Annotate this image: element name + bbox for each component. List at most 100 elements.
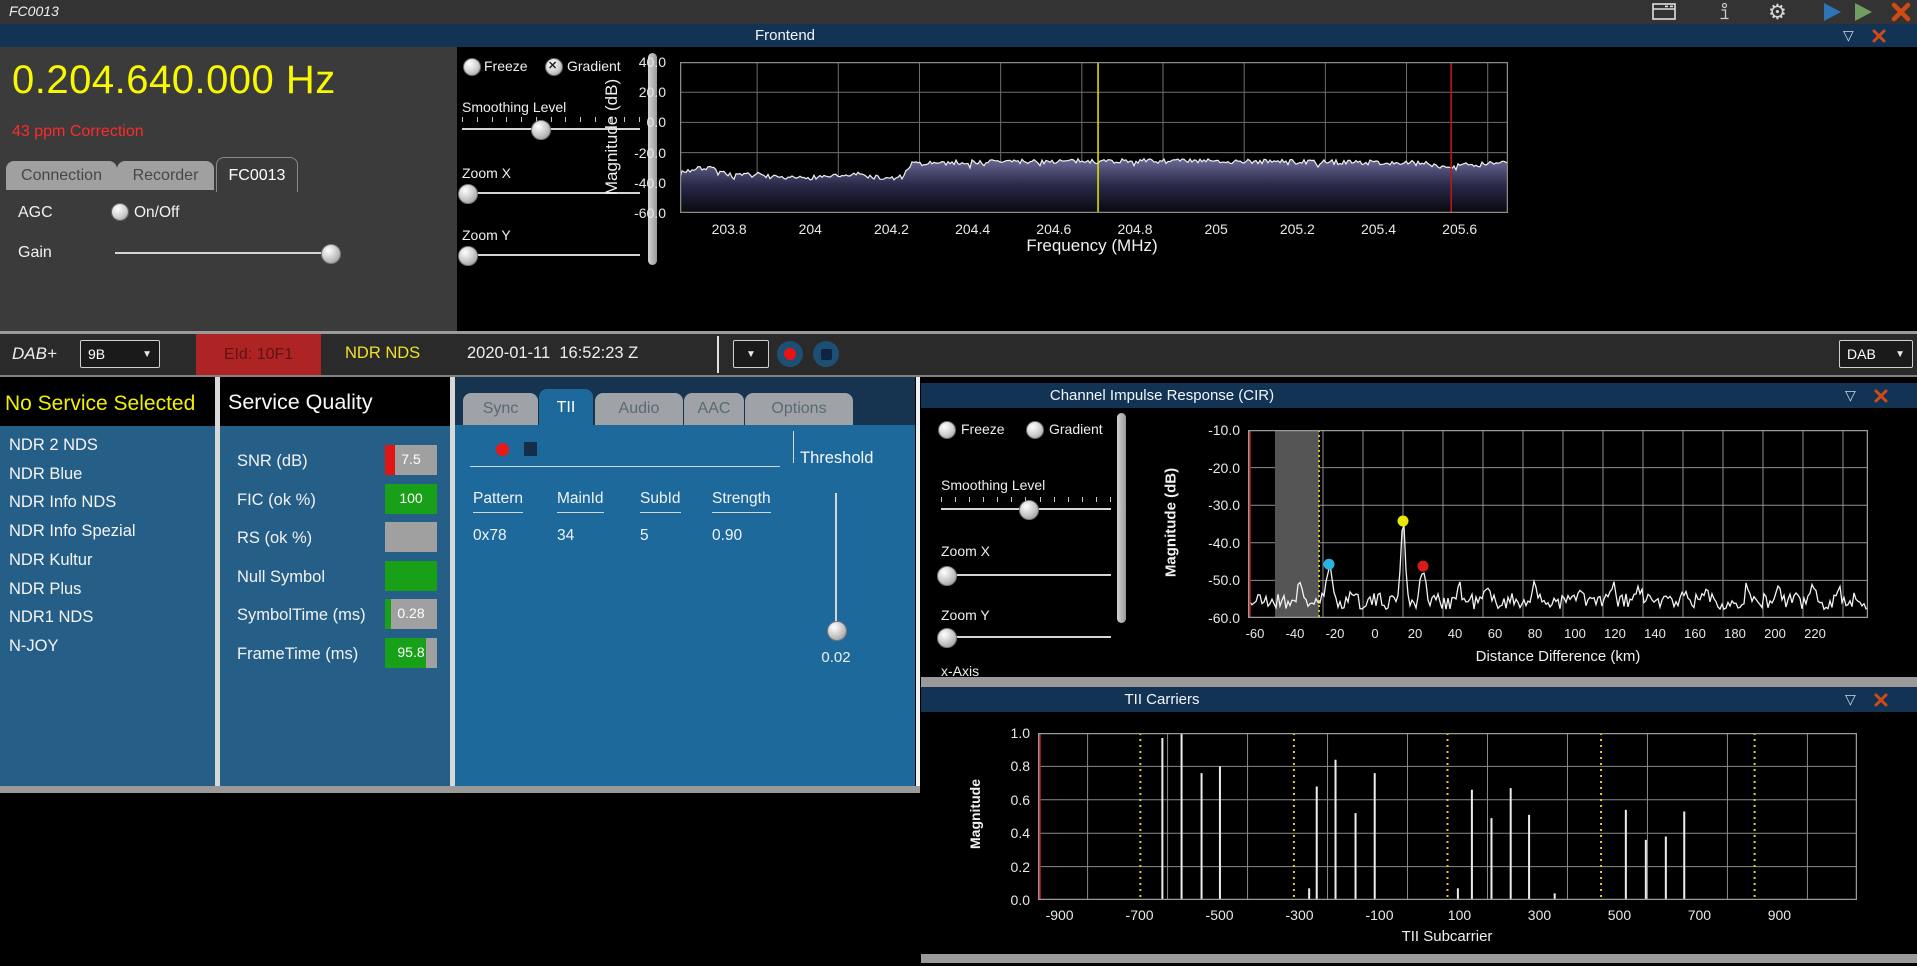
gradient-radio[interactable]: ✕ [545,58,563,76]
service-item[interactable]: N-JOY [9,637,59,656]
stop-button[interactable] [813,341,839,367]
record-button[interactable] [777,341,803,367]
tii-header-bar: TII Carriers ▽ [921,687,1917,712]
ruler-tick [1109,497,1111,502]
x-tick-label: 700 [1687,907,1712,923]
frontend-close-icon[interactable] [1872,29,1886,48]
service-item[interactable]: NDR Info NDS [9,493,116,512]
table-cell[interactable]: 34 [557,527,574,545]
threshold-slider-handle[interactable] [827,621,847,641]
service-item[interactable]: NDR Plus [9,580,81,599]
cir-zoom-y-slider-handle[interactable] [937,628,957,648]
cir-smoothing-slider-handle[interactable] [1019,500,1039,520]
y-tick-label: -10.0 [1208,422,1240,438]
status-dot-red-icon [496,443,509,456]
service-item[interactable]: NDR 2 NDS [9,436,98,455]
cir-zoom-x-slider-handle[interactable] [937,566,957,586]
zoom-y-slider-track[interactable] [462,254,640,256]
band-select[interactable]: DAB ▼ [1839,340,1913,368]
play-icon-green[interactable] [1855,3,1872,21]
record-options-dropdown[interactable]: ▼ [733,340,769,368]
quality-row-label: SymbolTime (ms) [237,606,366,625]
tab-fc0013[interactable]: FC0013 [216,157,298,192]
spectrum-xlabel: Frequency (MHz) [1026,236,1158,255]
x-tick-label: 204.4 [955,221,991,237]
threshold-value: 0.02 [821,649,851,666]
x-tick-label: 204.6 [1036,221,1072,237]
ruler-tick [1039,497,1041,502]
gear-icon[interactable]: ⚙ [1768,0,1787,25]
divider [793,431,794,463]
cir-zoom-y-slider-track[interactable] [941,636,1111,638]
gain-slider-track[interactable] [115,252,331,254]
gain-label: Gain [18,244,52,261]
quality-value: 0.28 [397,605,425,622]
table-cell[interactable]: 5 [640,527,649,545]
chevron-down-icon: ▼ [746,348,756,360]
ruler-tick [1053,497,1055,502]
service-item[interactable]: NDR1 NDS [9,608,93,627]
freeze-radio[interactable] [463,58,481,76]
frontend-collapse-icon[interactable]: ▽ [1843,27,1854,44]
cir-scrollbar[interactable] [1117,413,1126,623]
ruler-tick [506,117,508,122]
cir-collapse-icon[interactable]: ▽ [1845,387,1856,404]
ruler-tick [1011,497,1013,502]
gradient-check-icon: ✕ [548,60,558,72]
ruler-tick [521,117,522,122]
service-item[interactable]: NDR Info Spezial [9,522,136,541]
cir-close-icon[interactable] [1874,389,1888,408]
window-icon[interactable] [1652,3,1676,25]
timestamp: 2020-01-11 16:52:23 Z [467,344,639,362]
spectrum-ylabel: Magnitude (dB) [602,78,621,196]
table-cell[interactable]: 0x78 [473,527,507,545]
quality-body: SNR (dB) 7.5 FIC (ok %) 100 RS (ok %) Null Sy… [220,426,450,786]
spectrum-plot[interactable] [680,62,1508,213]
x-tick-label: -900 [1045,907,1074,923]
ruler-tick [550,117,552,122]
y-tick-label: -40.0 [634,174,666,191]
table-cell[interactable]: 0.90 [712,527,742,545]
titlebar: FC0013 ⚙ [0,0,1917,25]
cir-plot[interactable] [1248,430,1868,618]
cir-zoom-x-slider-track[interactable] [941,574,1111,576]
eid-badge: EId: 10F1 [196,334,321,375]
x-tick-label: 500 [1607,907,1632,923]
cir-zoom-y-label: Zoom Y [941,607,990,623]
window-title: FC0013 [9,3,59,19]
threshold-slider-track[interactable] [835,493,837,633]
tii-collapse-icon[interactable]: ▽ [1845,691,1856,708]
zoom-x-label: Zoom X [462,165,512,181]
services-header: No Service Selected [5,392,196,415]
y-tick-label: -60.0 [634,205,666,221]
tab-connection[interactable]: Connection [6,161,117,190]
cir-freeze-radio[interactable] [938,421,956,439]
tab-tii[interactable]: TII [539,389,593,425]
tab-audio[interactable]: Audio [595,393,683,425]
cir-gradient-radio[interactable] [1026,421,1044,439]
channel-value: 9B [88,346,106,362]
tab-options[interactable]: Options [745,393,853,425]
service-item[interactable]: NDR Kultur [9,551,92,570]
tii-close-icon[interactable] [1874,693,1888,712]
gain-slider-handle[interactable] [321,244,341,264]
smoothing-slider-handle[interactable] [531,120,551,140]
cir-ylabel: Magnitude (dB) [1162,467,1180,578]
zoom-x-slider-handle[interactable] [458,184,478,204]
application-window: FC0013 ⚙ Frontend ▽ 0.204.640.000 Hz 43 … [0,0,1917,966]
freeze-label: Freeze [484,58,528,74]
tab-recorder[interactable]: Recorder [117,161,214,190]
agc-radio[interactable] [111,203,129,221]
ensemble-name: NDR NDS [345,344,421,362]
tii-carriers-plot[interactable] [1038,733,1857,900]
zoom-y-slider-handle[interactable] [458,246,478,266]
tab-aac[interactable]: AAC [684,393,744,425]
x-tick-label: -700 [1125,907,1154,923]
tab-sync[interactable]: Sync [463,393,538,425]
x-tick-label: -500 [1205,907,1234,923]
service-item[interactable]: NDR Blue [9,465,82,484]
table-column-header: Strength [712,490,771,513]
y-tick-label: 0.6 [1010,791,1030,808]
channel-select[interactable]: 9B ▼ [80,340,160,368]
play-icon-blue[interactable] [1824,3,1841,21]
